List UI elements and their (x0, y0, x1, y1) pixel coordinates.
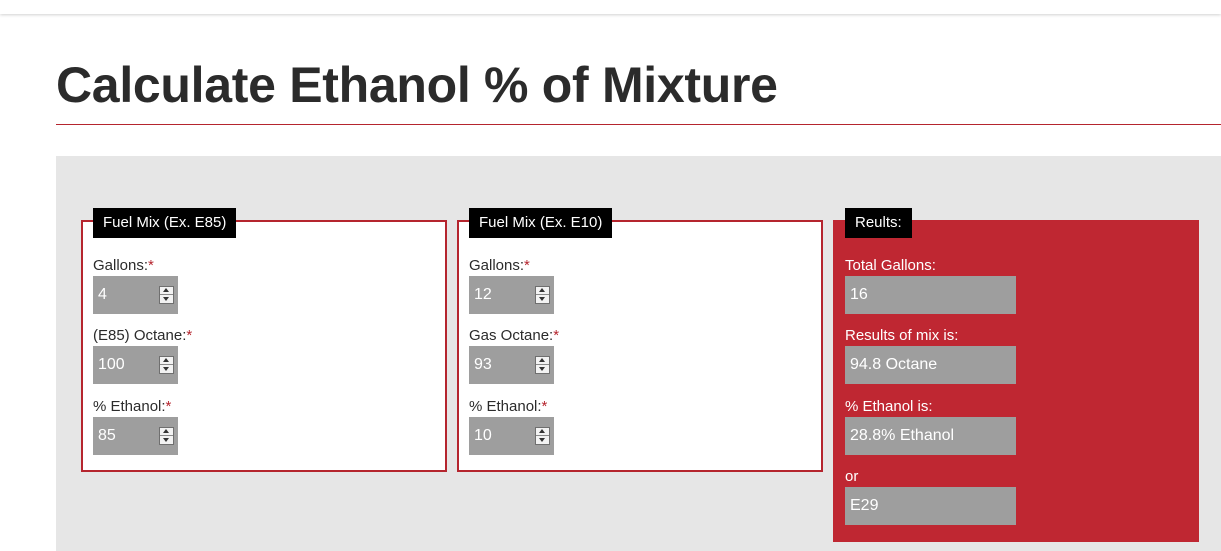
decrement-arrow-icon[interactable] (160, 436, 173, 444)
mix2-gallons-input[interactable]: 12 (469, 276, 554, 314)
increment-arrow-icon[interactable] (536, 287, 549, 295)
mix2-gallons-spinner[interactable] (535, 286, 550, 304)
mix1-gallons-input[interactable]: 4 (93, 276, 178, 314)
mix2-ethanol-input[interactable]: 10 (469, 417, 554, 455)
mix1-gallons-label-text: Gallons: (93, 257, 149, 274)
increment-arrow-icon[interactable] (160, 428, 173, 436)
mix-octane-output: 94.8 Octane (845, 346, 1016, 384)
ethanol-percent-label: % Ethanol is: (845, 398, 933, 415)
mix1-octane-spinner[interactable] (159, 356, 174, 374)
results-panel: Reults: Total Gallons: 16 Results of mix… (833, 208, 1199, 542)
required-marker: * (541, 398, 548, 415)
top-navigation-bar (0, 0, 1221, 14)
page-title: Calculate Ethanol % of Mixture (56, 57, 778, 113)
mix1-octane-label-text: (E85) Octane: (93, 327, 187, 344)
increment-arrow-icon[interactable] (160, 357, 173, 365)
decrement-arrow-icon[interactable] (160, 365, 173, 373)
fuel-mix-2-legend: Fuel Mix (Ex. E10) (469, 208, 613, 238)
total-gallons-value: 16 (850, 286, 868, 303)
mix2-octane-value: 93 (474, 356, 492, 373)
mix2-ethanol-label-text: % Ethanol: (469, 398, 542, 415)
total-gallons-output: 16 (845, 276, 1016, 314)
title-divider (56, 124, 1221, 125)
mix2-octane-input[interactable]: 93 (469, 346, 554, 384)
mix2-octane-spinner[interactable] (535, 356, 550, 374)
or-label: or (845, 468, 859, 485)
required-marker: * (524, 257, 530, 274)
increment-arrow-icon[interactable] (160, 287, 173, 295)
increment-arrow-icon[interactable] (536, 357, 549, 365)
mix2-gallons-label-text: Gallons: (469, 257, 525, 274)
ethanol-percent-output: 28.8% Ethanol (845, 417, 1016, 455)
required-marker: * (148, 257, 154, 274)
mix1-ethanol-label: % Ethanol:* (93, 398, 171, 415)
mix1-ethanol-spinner[interactable] (159, 427, 174, 445)
mix2-octane-label-text: Gas Octane: (469, 327, 554, 344)
total-gallons-label: Total Gallons: (845, 257, 936, 274)
mix2-gallons-value: 12 (474, 286, 492, 303)
fuel-mix-1-panel: Fuel Mix (Ex. E85) Gallons:* 4 (E85) Oct… (81, 208, 447, 472)
mix1-octane-input[interactable]: 100 (93, 346, 178, 384)
decrement-arrow-icon[interactable] (536, 295, 549, 303)
mix2-ethanol-value: 10 (474, 427, 492, 444)
e-rating-value: E29 (850, 497, 879, 514)
mix-octane-value: 94.8 Octane (850, 356, 938, 373)
mix1-gallons-value: 4 (98, 286, 107, 303)
increment-arrow-icon[interactable] (536, 428, 549, 436)
calculator-area: Fuel Mix (Ex. E85) Gallons:* 4 (E85) Oct… (56, 156, 1221, 551)
e-rating-output: E29 (845, 487, 1016, 525)
mix1-gallons-label: Gallons:* (93, 257, 154, 274)
mix2-ethanol-label: % Ethanol:* (469, 398, 547, 415)
decrement-arrow-icon[interactable] (536, 436, 549, 444)
mix1-octane-value: 100 (98, 356, 125, 373)
decrement-arrow-icon[interactable] (160, 295, 173, 303)
mix2-octane-label: Gas Octane:* (469, 327, 559, 344)
fuel-mix-1-legend: Fuel Mix (Ex. E85) (93, 208, 237, 238)
results-legend: Reults: (845, 208, 912, 238)
mix1-ethanol-input[interactable]: 85 (93, 417, 178, 455)
mix1-ethanol-label-text: % Ethanol: (93, 398, 166, 415)
required-marker: * (165, 398, 172, 415)
required-marker: * (186, 327, 193, 344)
ethanol-percent-value: 28.8% Ethanol (850, 427, 955, 444)
mix2-gallons-label: Gallons:* (469, 257, 530, 274)
mix1-octane-label: (E85) Octane:* (93, 327, 192, 344)
mix1-gallons-spinner[interactable] (159, 286, 174, 304)
mix1-ethanol-value: 85 (98, 427, 116, 444)
required-marker: * (553, 327, 560, 344)
decrement-arrow-icon[interactable] (536, 365, 549, 373)
fuel-mix-2-panel: Fuel Mix (Ex. E10) Gallons:* 12 Gas Octa… (457, 208, 823, 472)
mix-octane-label: Results of mix is: (845, 327, 959, 344)
mix2-ethanol-spinner[interactable] (535, 427, 550, 445)
